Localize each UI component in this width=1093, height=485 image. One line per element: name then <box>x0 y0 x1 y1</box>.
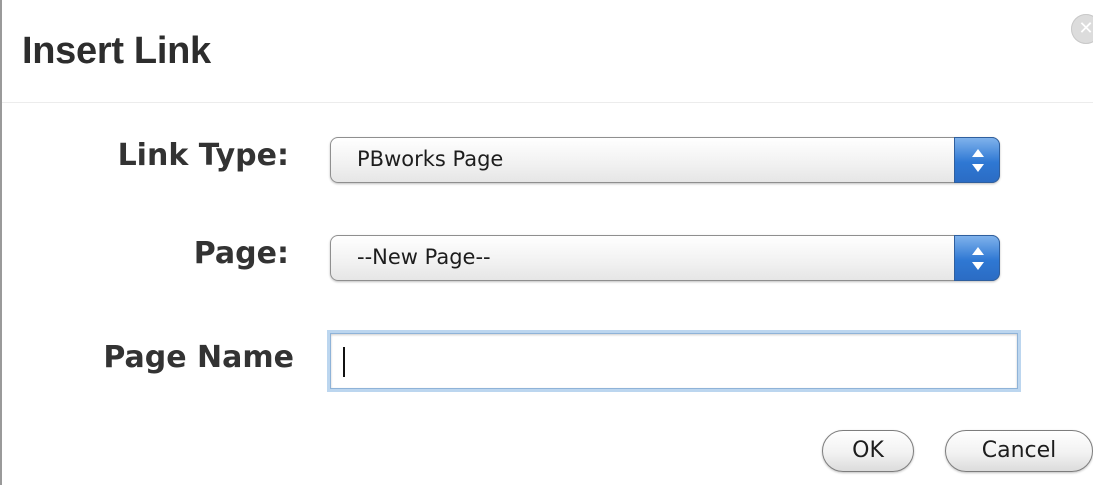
page-selected-value: --New Page-- <box>357 245 491 269</box>
page-name-label: Page Name <box>103 340 294 375</box>
insert-link-dialog: Insert Link ✕ Link Type: PBworks Page Pa… <box>0 0 1093 485</box>
link-type-select[interactable]: PBworks Page <box>330 137 1000 183</box>
cancel-button[interactable]: Cancel <box>945 430 1093 472</box>
ok-button[interactable]: OK <box>822 430 914 472</box>
text-caret <box>343 347 345 377</box>
close-icon[interactable]: ✕ <box>1071 14 1093 44</box>
page-select[interactable]: --New Page-- <box>330 235 1000 281</box>
dialog-title: Insert Link <box>22 30 211 72</box>
select-arrows-icon <box>954 235 1000 281</box>
select-arrows-icon <box>954 137 1000 183</box>
page-name-input[interactable] <box>330 333 1018 389</box>
link-type-selected-value: PBworks Page <box>357 147 504 171</box>
link-type-label: Link Type: <box>117 138 289 173</box>
page-label: Page: <box>193 236 289 271</box>
dialog-titlebar: Insert Link ✕ <box>2 0 1093 103</box>
